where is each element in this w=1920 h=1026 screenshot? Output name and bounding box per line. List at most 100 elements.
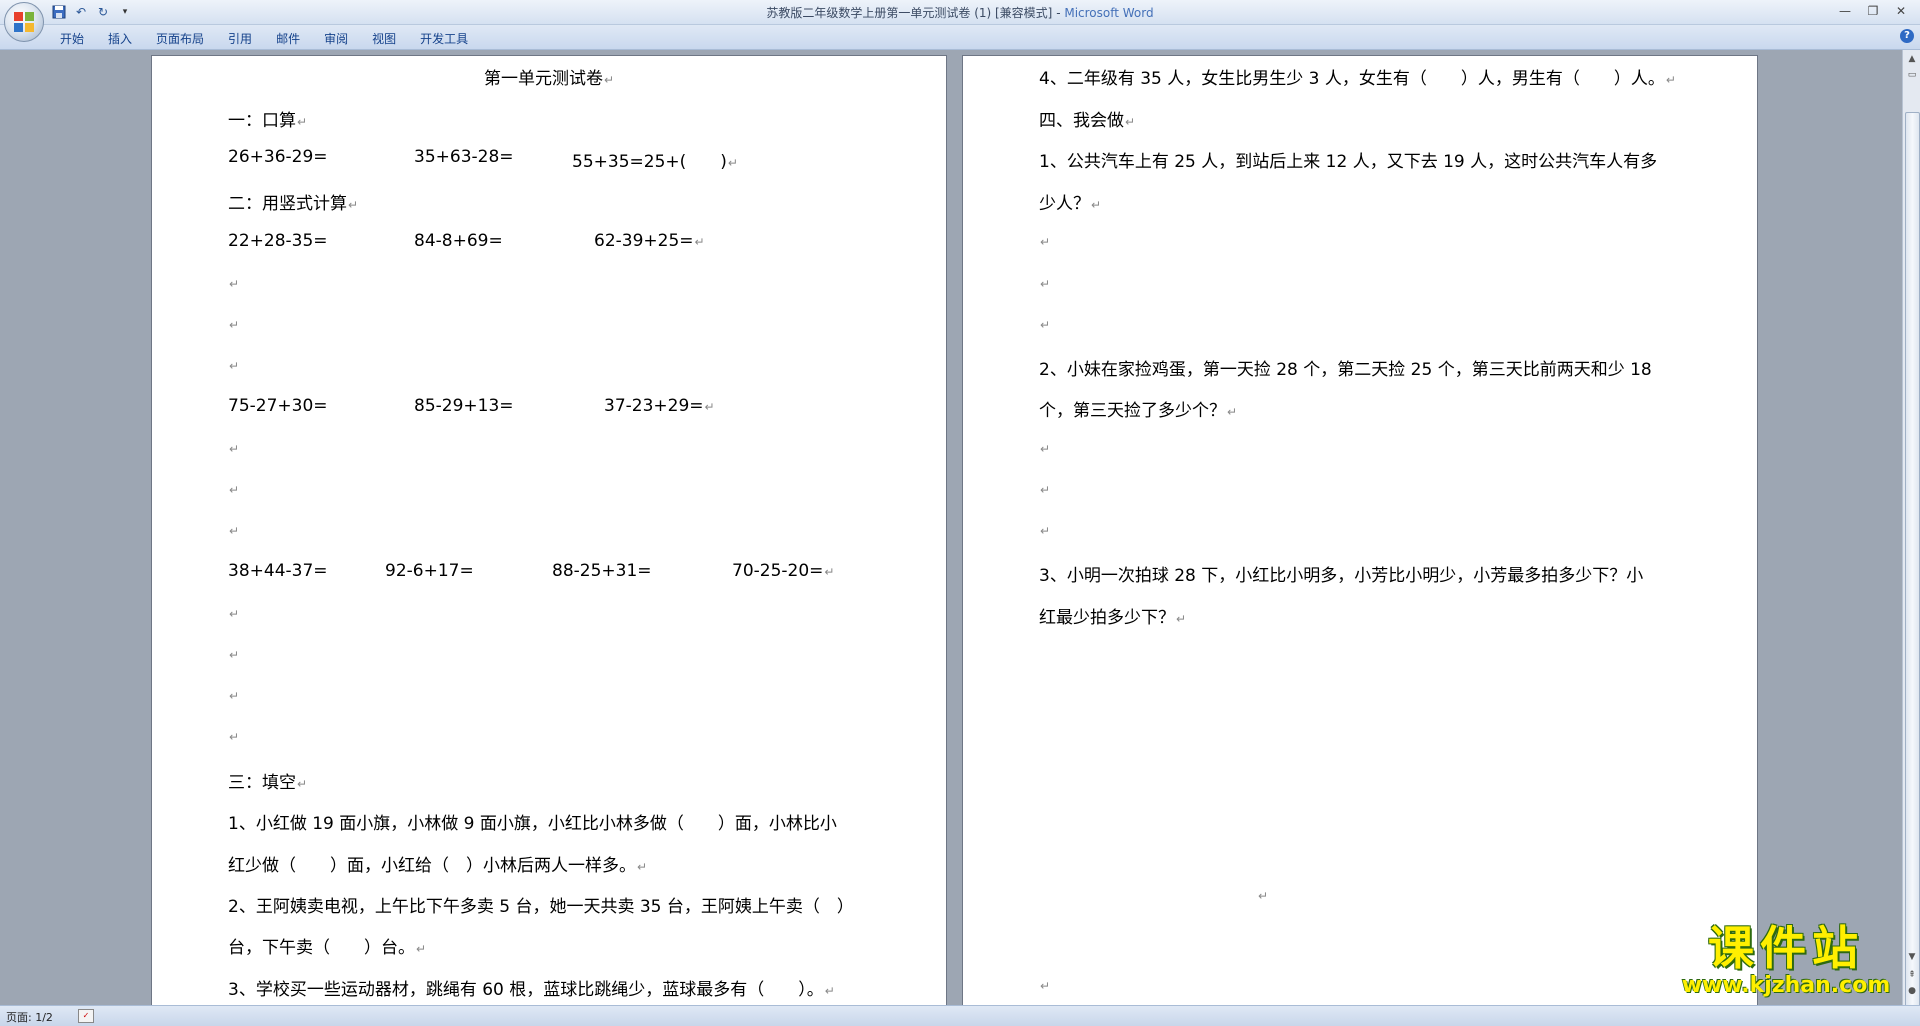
proofing-icon[interactable]: ✓: [78, 1009, 94, 1023]
watermark-logo: 课件站 www.kjzhan.com: [1668, 922, 1904, 998]
paragraph-mark: ↵: [694, 235, 705, 249]
paragraph-mark: ↵: [1040, 235, 1051, 249]
page-heading: 第一单元测试卷↵: [152, 64, 946, 89]
paragraph-mark: ↵: [1040, 442, 1051, 456]
vertical-item: 75-27+30=: [228, 396, 328, 416]
paragraph-mark: ↵: [824, 984, 835, 998]
minimize-icon[interactable]: —: [1832, 2, 1858, 20]
empty-line: ↵: [1039, 231, 1050, 251]
tab-review[interactable]: 审阅: [312, 28, 360, 49]
scrollbar-thumb[interactable]: [1905, 112, 1920, 1014]
vertical-item-text: 70-25-20=: [732, 561, 824, 581]
vertical-item-last: 70-25-20=↵: [732, 561, 834, 581]
vertical-item: 84-8+69=: [414, 231, 503, 251]
fill-q2-text: 台，下午卖（ ）台。: [228, 938, 415, 958]
paragraph-mark: ↵: [229, 359, 240, 373]
fill-q2-line1: 2、王阿姨卖电视，上午比下午多卖 5 台，她一天共卖 35 台，王阿姨上午卖（ …: [228, 897, 854, 917]
fill-q2-line2: 台，下午卖（ ）台。↵: [228, 933, 426, 958]
empty-line: ↵: [228, 273, 239, 293]
paragraph-mark: ↵: [229, 277, 240, 291]
watermark-title: 课件站: [1708, 921, 1864, 975]
paragraph-mark: ↵: [1176, 612, 1187, 626]
empty-line: ↵: [1039, 520, 1050, 540]
oral-item-last: 55+35=25+( )↵: [572, 147, 738, 172]
tab-mailings[interactable]: 邮件: [264, 28, 312, 49]
paragraph-mark: ↵: [1227, 405, 1238, 419]
paragraph-mark: ↵: [1040, 524, 1051, 538]
empty-line: ↵: [228, 438, 239, 458]
paragraph-mark: ↵: [1040, 318, 1051, 332]
office-button[interactable]: [4, 2, 44, 42]
app-name: Microsoft Word: [1064, 6, 1154, 20]
problem-1-text: 少人？: [1039, 194, 1090, 214]
empty-line: ↵: [1039, 438, 1050, 458]
paragraph-mark: ↵: [229, 648, 240, 662]
section-title-fill: 三：填空↵: [228, 768, 307, 793]
empty-line: ↵: [1257, 885, 1268, 905]
vertical-item-text: 62-39+25=: [594, 231, 694, 251]
problem-2-line2: 个，第三天捡了多少个？↵: [1039, 396, 1237, 421]
problem-2-line1: 2、小妹在家捡鸡蛋，第一天捡 28 个，第二天捡 25 个，第三天比前两天和少 …: [1039, 360, 1652, 380]
empty-line: ↵: [228, 479, 239, 499]
problem-3-line1: 3、小明一次拍球 28 下，小红比小明多，小芳比小明少，小芳最多拍多少下？小: [1039, 566, 1644, 586]
vertical-item-last: 37-23+29=↵: [604, 396, 715, 416]
page-count[interactable]: 页面: 1/2: [6, 1009, 53, 1025]
oral-item: 26+36-29=: [228, 147, 328, 167]
paragraph-mark: ↵: [297, 777, 308, 791]
paragraph-mark: ↵: [229, 730, 240, 744]
empty-line: ↵: [228, 520, 239, 540]
scroll-down-icon[interactable]: ▼: [1905, 950, 1919, 964]
paragraph-mark: ↵: [1258, 889, 1269, 903]
paragraph-mark: ↵: [637, 860, 648, 874]
browse-object-icon[interactable]: ●: [1905, 984, 1919, 998]
empty-line: ↵: [1039, 273, 1050, 293]
help-icon[interactable]: ?: [1900, 29, 1914, 43]
paragraph-mark: ↵: [229, 607, 240, 621]
problem-1-line2: 少人？↵: [1039, 189, 1101, 214]
window-controls: — ❐ ✕: [1832, 2, 1914, 20]
ruler-toggle-icon[interactable]: ▭: [1905, 68, 1919, 82]
tab-insert[interactable]: 插入: [96, 28, 144, 49]
problem-2-text: 个，第三天捡了多少个？: [1039, 401, 1226, 421]
office-logo-icon: [14, 12, 34, 32]
paragraph-mark: ↵: [1040, 979, 1051, 993]
paragraph-mark: ↵: [348, 198, 359, 212]
title-bar: ↶ ↻ ▾ 苏教版二年级数学上册第一单元测试卷 (1) [兼容模式] - Mic…: [0, 0, 1920, 25]
empty-line: ↵: [228, 685, 239, 705]
previous-page-icon[interactable]: ⇞: [1905, 968, 1919, 982]
scroll-up-icon[interactable]: ▲: [1905, 52, 1919, 66]
tab-developer[interactable]: 开发工具: [408, 28, 480, 49]
vertical-item-text: 37-23+29=: [604, 396, 704, 416]
close-icon[interactable]: ✕: [1888, 2, 1914, 20]
section-title-oral: 一：口算↵: [228, 106, 307, 131]
tab-home[interactable]: 开始: [48, 28, 96, 49]
paragraph-mark: ↵: [297, 115, 308, 129]
paragraph-mark: ↵: [1091, 198, 1102, 212]
paragraph-mark: ↵: [229, 524, 240, 538]
paragraph-mark: ↵: [704, 400, 715, 414]
watermark-url: www.kjzhan.com: [1681, 973, 1891, 998]
section-title-text: 一：口算: [228, 111, 296, 131]
status-bar: 页面: 1/2 ✓: [0, 1005, 1920, 1026]
empty-line: ↵: [1039, 314, 1050, 334]
problem-3-line2: 红最少拍多少下？↵: [1039, 603, 1186, 628]
document-page-1[interactable]: 第一单元测试卷↵ 一：口算↵ 26+36-29= 35+63-28= 55+35…: [152, 56, 946, 1006]
paragraph-mark: ↵: [1665, 73, 1676, 87]
paragraph-mark: ↵: [229, 318, 240, 332]
section-title-solve: 四、我会做↵: [1039, 106, 1135, 131]
section-title-text: 四、我会做: [1039, 111, 1124, 131]
document-page-2[interactable]: 4、二年级有 35 人，女生比男生少 3 人，女生有（ ）人，男生有（ ）人。↵…: [963, 56, 1757, 1006]
vertical-scrollbar[interactable]: ▲ ▭ ▼ ⇞ ●: [1902, 50, 1920, 1014]
tab-view[interactable]: 视图: [360, 28, 408, 49]
paragraph-mark: ↵: [1125, 115, 1136, 129]
empty-line: ↵: [1039, 479, 1050, 499]
empty-line: ↵: [1039, 975, 1050, 995]
section-title-text: 三：填空: [228, 773, 296, 793]
paragraph-mark: ↵: [1040, 277, 1051, 291]
tab-references[interactable]: 引用: [216, 28, 264, 49]
paragraph-mark: ↵: [229, 689, 240, 703]
maximize-icon[interactable]: ❐: [1860, 2, 1886, 20]
problem-1-line1: 1、公共汽车上有 25 人，到站后上来 12 人，又下去 19 人，这时公共汽车…: [1039, 152, 1658, 172]
paragraph-mark: ↵: [229, 442, 240, 456]
tab-page-layout[interactable]: 页面布局: [144, 28, 216, 49]
